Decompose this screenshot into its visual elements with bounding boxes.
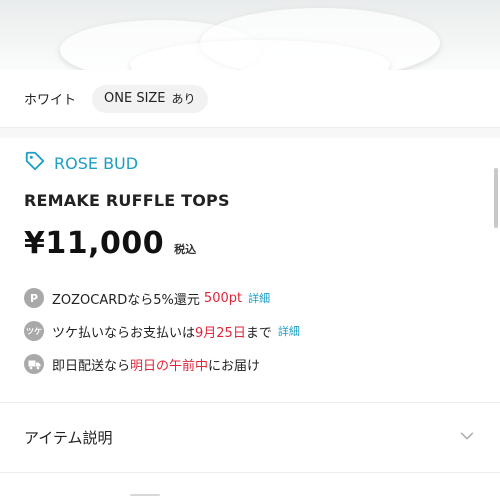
points-icon: P [24,288,44,308]
item-description-accordion[interactable]: アイテム説明 [0,403,500,473]
delivery-info: 即日配送なら 明日の午前中 にお届け [24,352,484,376]
tsuke-icon: ツケ [24,321,44,341]
delivery-highlight: 明日の午前中 [130,358,209,374]
tsuke-detail-link[interactable]: 詳細 [278,323,300,339]
tag-icon [24,150,46,176]
points-value: 500pt [203,290,243,306]
points-detail-link[interactable]: 詳細 [248,290,270,306]
info-list: P ZOZOCARDなら5%還元 500pt 詳細 ツケ ツケ払いならお支払いは… [24,286,484,385]
delivery-text-after: にお届け [208,358,261,374]
stock-label: あり [171,92,196,106]
points-info: P ZOZOCARDなら5%還元 500pt 詳細 [24,286,484,310]
brand-link[interactable]: ROSE BUD [24,150,138,176]
chevron-down-icon [458,427,476,449]
next-section [0,474,500,500]
variant-row: ホワイト ONE SIZE あり [0,70,500,128]
size-label: ONE SIZE [104,91,166,106]
tsuke-text-after: まで [245,325,272,341]
accordion-title: アイテム説明 [24,429,113,447]
tsuke-info: ツケ ツケ払いならお支払いは 9月25日 まで 詳細 [24,319,484,343]
tsuke-date: 9月25日 [195,325,246,341]
brand-name: ROSE BUD [54,153,139,173]
product-title: REMAKE RUFFLE TOPS [24,191,230,210]
points-text: ZOZOCARDなら5%還元 [52,292,200,308]
next-section-stub [130,494,160,496]
size-chip[interactable]: ONE SIZE あり [92,84,208,113]
price: ¥11,000 [24,226,165,261]
product-image[interactable] [0,0,500,70]
truck-icon [24,354,44,374]
scrollbar[interactable] [494,168,498,228]
price-row: ¥11,000 税込 [24,226,196,261]
delivery-text-before: 即日配送なら [52,358,131,374]
tsuke-text-before: ツケ払いならお支払いは [52,325,196,341]
tax-label: 税込 [174,243,197,256]
section-gap [0,128,500,138]
color-label: ホワイト [24,93,77,108]
